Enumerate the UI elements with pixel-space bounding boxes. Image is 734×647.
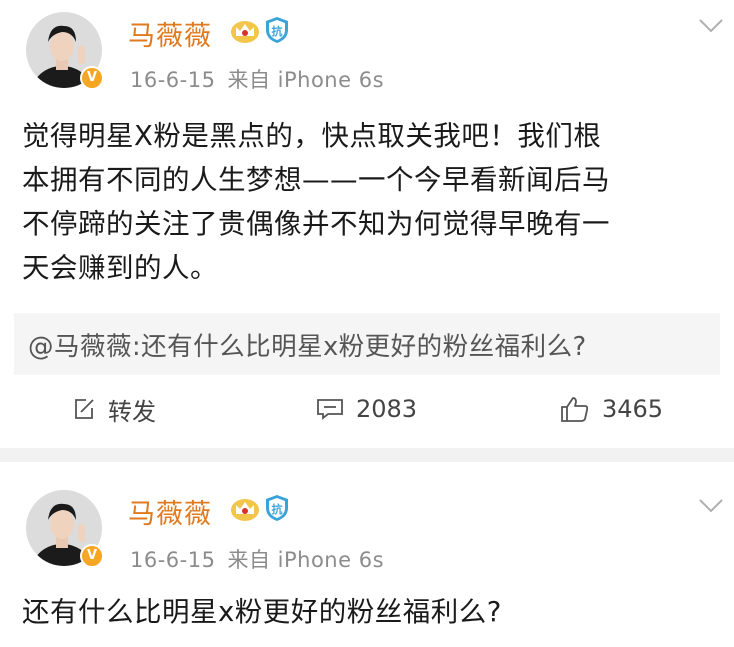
post-body: 觉得明星X粉是黑点的，快点取关我吧！我们根 本拥有不同的人生梦想——一个今早看新… <box>22 114 722 290</box>
post-date: 16-6-15 <box>130 548 216 572</box>
post-meta: 16-6-15 来自 iPhone 6s <box>130 544 384 574</box>
post-body: 还有什么比明星x粉更好的粉丝福利么? <box>22 590 722 634</box>
username[interactable]: 马薇薇 <box>128 492 212 531</box>
chevron-down-icon[interactable] <box>698 18 724 34</box>
weibo-post: V 马薇薇 抗 16-6-15 来自 iPhone 6s 觉得明星X粉是黑点的，快… <box>0 0 734 448</box>
post-text-line: 还有什么比明星x粉更好的粉丝福利么? <box>22 596 502 628</box>
repost-button[interactable]: 转发 <box>72 386 156 432</box>
thumbs-up-icon <box>561 397 589 422</box>
quoted-post[interactable]: @马薇薇:还有什么比明星x粉更好的粉丝福利么? <box>14 313 720 375</box>
weibo-post: V 马薇薇 抗 16-6-15 来自 iPhone 6s 还有什么比明星x粉更好的… <box>0 462 734 647</box>
svg-text:抗: 抗 <box>272 24 283 38</box>
post-meta: 16-6-15 来自 iPhone 6s <box>130 64 384 94</box>
post-text-line: 觉得明星X粉是黑点的，快点取关我吧！我们根 <box>22 120 602 152</box>
post-separator <box>0 448 734 462</box>
crown-icon[interactable] <box>230 18 260 44</box>
post-date: 16-6-15 <box>130 68 216 92</box>
quoted-post-text: @马薇薇:还有什么比明星x粉更好的粉丝福利么? <box>28 332 587 362</box>
like-count: 3465 <box>602 395 664 423</box>
comment-count: 2083 <box>356 395 418 423</box>
post-text-line: 本拥有不同的人生梦想——一个今早看新闻后马 <box>22 164 610 196</box>
repost-label: 转发 <box>108 397 156 426</box>
chevron-down-icon[interactable] <box>698 498 724 514</box>
anti-fake-shield-icon[interactable]: 抗 <box>264 494 290 522</box>
comment-icon <box>317 399 343 420</box>
post-source: 来自 iPhone 6s <box>227 68 385 92</box>
post-source: 来自 iPhone 6s <box>227 548 385 572</box>
repost-icon <box>75 399 94 419</box>
action-bar: 转发 2083 3465 <box>0 386 734 432</box>
crown-icon[interactable] <box>230 496 260 522</box>
comment-button[interactable]: 2083 <box>316 386 417 432</box>
post-text-line: 不停蹄的关注了贵偶像并不知为何觉得早晚有一 <box>22 208 610 240</box>
anti-fake-shield-icon[interactable]: 抗 <box>264 16 290 44</box>
svg-text:抗: 抗 <box>272 502 283 516</box>
verified-v-icon: V <box>80 544 104 568</box>
username[interactable]: 马薇薇 <box>128 14 212 53</box>
verified-v-icon: V <box>80 66 104 90</box>
post-text-line: 天会赚到的人。 <box>22 252 218 284</box>
like-button[interactable]: 3465 <box>560 386 663 432</box>
